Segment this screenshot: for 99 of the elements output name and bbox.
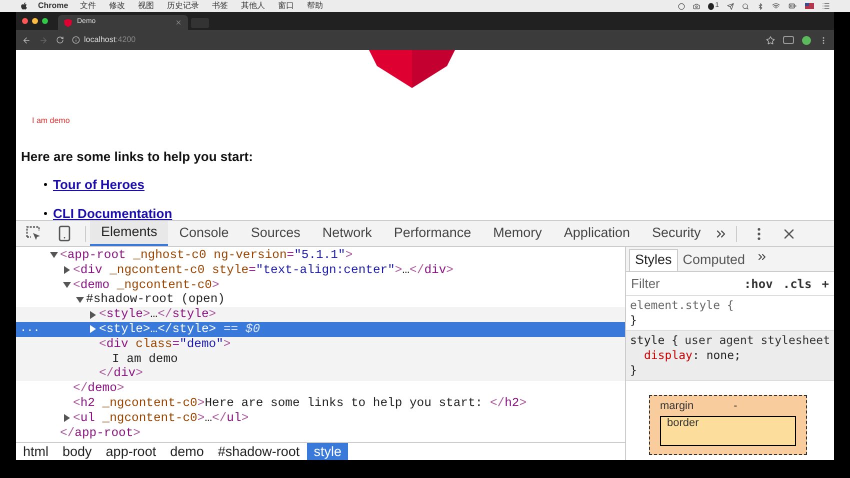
style-toolbar-button[interactable]: + [822,274,829,292]
dom-tree-row[interactable]: <demo _ngcontent-c0> [16,278,625,292]
style-declaration[interactable]: display: none; [630,348,741,363]
demo-text: I am demo [32,115,71,127]
menu-item[interactable]: 其他人 [241,0,266,12]
breadcrumb[interactable]: body [56,443,99,460]
styles-tab[interactable]: Styles [629,249,678,271]
reload-icon[interactable] [56,36,64,44]
battery-icon[interactable] [788,2,797,10]
rule-close-brace: } [630,313,637,327]
menu-item[interactable]: 文件 [80,0,96,12]
breadcrumb[interactable]: #shadow-root [210,443,307,460]
breadcrumb[interactable]: html [16,443,56,460]
window-close-button[interactable] [22,18,28,24]
dom-node-text: <demo _ngcontent-c0> [73,278,220,292]
dom-tree-row[interactable]: ... <style>…</style> == $0 [16,322,625,337]
dom-tree-row[interactable]: <h2 _ngcontent-c0>Here are some links to help you start: </h2> [16,396,625,411]
bluetooth-icon[interactable] [757,2,764,10]
rule-origin: user agent stylesheet [684,333,830,348]
rule-selector: style { [630,333,678,347]
dom-node-text: <app-root _nghost-c0 ng-version="5.1.1"> [60,248,353,263]
dom-node-text: </demo> [73,381,124,396]
address-field[interactable]: localhost:4200 [72,34,758,46]
record-icon[interactable] [678,2,686,10]
breadcrumb[interactable]: style [306,443,348,460]
dom-tree-row[interactable]: <div class="demo"> [16,336,625,352]
collapse-arrow-icon[interactable] [63,280,71,289]
dom-node-text: </app-root> [60,426,140,440]
breadcrumb[interactable]: app-root [98,443,164,460]
dom-node-text: I am demo [112,352,178,366]
expand-arrow-icon[interactable] [63,414,71,422]
dom-tree-row[interactable]: I am demo [16,352,625,366]
shield-icon [64,18,72,26]
dom-node-text: #shadow-root (open) [86,292,225,308]
devtools-tab[interactable]: Memory [482,221,553,246]
devtools-tab[interactable]: Performance [382,221,482,246]
collapse-arrow-icon[interactable] [76,296,84,304]
devtools-tab[interactable]: Network [311,221,383,246]
bullet-icon [44,182,47,186]
link[interactable]: Tour of Heroes [53,174,144,194]
inspect-icon[interactable] [26,226,42,242]
page-heading: Here are some links to help you start: [21,148,254,166]
expand-arrow-icon[interactable] [89,310,97,319]
style-toolbar-button[interactable]: :hov [744,274,773,292]
expand-arrow-icon[interactable] [89,325,97,334]
rule-close-brace: } [630,363,637,377]
menu-item[interactable]: 帮助 [307,0,324,12]
devtools-tab[interactable]: Security [640,221,712,246]
dom-tree-row[interactable]: <app-root _nghost-c0 ng-version="5.1.1"> [16,248,625,263]
dom-node-text: <style>…</style> [99,307,216,322]
dom-tree-row[interactable]: <div _ngcontent-c0 style="text-align:center">…</div> [16,262,625,278]
dom-node-text: </div> [99,366,143,382]
styles-tab[interactable]: Computed [678,249,750,271]
menu-item[interactable]: 书签 [212,0,228,12]
send-icon[interactable] [727,2,734,10]
menu-item[interactable]: 窗口 [278,0,294,12]
bullet-icon [44,212,47,216]
dom-tree-row[interactable]: <ul _ngcontent-c0>…</ul> [16,410,625,426]
more-tabs-icon[interactable] [756,251,768,263]
apple-icon[interactable] [20,2,28,10]
menu-item[interactable]: 视图 [138,0,154,12]
margin-label: margin [660,399,694,414]
dom-node-text: <h2 _ngcontent-c0>Here are some links to help you start: </h2> [73,396,527,411]
style-toolbar-button[interactable]: .cls [782,274,812,292]
device-toggle-icon[interactable] [56,225,73,242]
info-icon [72,36,80,44]
dom-node-text: <div _ngcontent-c0 style="text-align:center">…</div> [73,262,454,278]
close-icon[interactable] [175,19,182,26]
expand-arrow-icon[interactable] [63,266,71,274]
menu-item[interactable]: Chrome [38,0,68,12]
devtools-tab[interactable]: Console [168,221,240,246]
devtools-tab[interactable]: Sources [240,221,312,246]
margin-value: - [734,399,738,414]
collapse-arrow-icon[interactable] [50,251,58,260]
gutter-ellipsis[interactable]: ... [20,323,40,336]
link[interactable]: CLI Documentation [53,204,172,224]
window-maximize-button[interactable] [42,18,48,24]
search-icon[interactable] [742,2,749,10]
window-minimize-button[interactable] [32,18,38,24]
dom-tree-row[interactable]: #shadow-root (open) [16,292,625,308]
devtools-tab[interactable]: Application [552,221,641,246]
breadcrumb[interactable]: demo [163,443,211,460]
dom-tree-row[interactable]: <style>…</style> [16,307,625,322]
devtools-tab[interactable]: Elements [90,221,168,246]
menu-item[interactable]: 历史记录 [167,0,200,12]
border-label: border [667,416,699,428]
bookmark-star-icon[interactable] [766,36,775,44]
back-icon[interactable] [22,36,31,44]
extension-icon[interactable] [783,36,794,44]
rule-selector: element.style { [630,298,734,312]
filter-field[interactable]: Filter [631,274,721,294]
dom-node-text: <style>…</style> == $0 [99,322,260,337]
wifi-icon[interactable] [772,2,780,10]
extension-icon[interactable] [802,36,811,44]
dom-node-text: <div class="demo"> [99,336,231,352]
camera-icon[interactable] [693,2,700,10]
menu-item[interactable]: 修改 [109,0,126,12]
dom-node-text: <ul _ngcontent-c0>…</ul> [73,410,249,426]
list-icon[interactable] [822,2,830,10]
